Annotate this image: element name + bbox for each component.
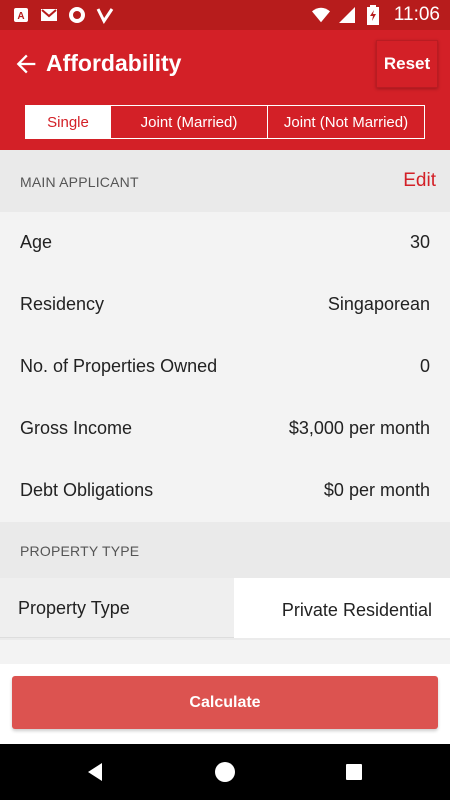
row-value: 30 <box>409 232 430 252</box>
row-properties-owned[interactable]: No. of Properties Owned 0 <box>0 336 450 398</box>
tab-joint-married[interactable]: Joint (Married) <box>110 106 267 138</box>
row-gross-income[interactable]: Gross Income $3,000 per month <box>0 398 450 460</box>
row-label: Gross Income <box>20 418 133 438</box>
main-applicant-label: MAIN APPLICANT <box>20 174 139 190</box>
applicant-details: Age 30 Residency Singaporean No. of Prop… <box>0 212 450 522</box>
tab-single[interactable]: Single <box>26 106 110 138</box>
edit-button[interactable]: Edit <box>403 170 436 192</box>
status-bar: A 11:06 <box>0 0 450 30</box>
row-residency[interactable]: Residency Singaporean <box>0 274 450 336</box>
main-applicant-header: MAIN APPLICANT Edit <box>0 150 450 212</box>
tab-joint-not-married[interactable]: Joint (Not Married) <box>267 106 424 138</box>
row-label: No. of Properties Owned <box>20 356 218 376</box>
row-label: Residency <box>20 294 105 314</box>
svg-text:A: A <box>17 11 24 22</box>
row-label: Age <box>20 232 53 252</box>
adobe-notification-icon: A <box>12 6 30 24</box>
check-notification-icon <box>96 6 114 24</box>
property-type-section-label: PROPERTY TYPE <box>20 543 140 559</box>
gmail-notification-icon <box>40 6 58 24</box>
applicant-type-tabs-bar: Single Joint (Married) Joint (Not Marrie… <box>0 98 450 150</box>
bottom-action-area: Calculate <box>0 664 450 744</box>
row-value: Singaporean <box>327 294 430 314</box>
row-age[interactable]: Age 30 <box>0 212 450 274</box>
nav-back-icon[interactable] <box>84 760 108 784</box>
row-value: $0 per month <box>323 480 430 500</box>
page-title: Affordability <box>46 50 182 76</box>
property-type-row: Property Type Private Residential <box>0 578 450 638</box>
app-bar: Affordability Reset <box>0 30 450 98</box>
signal-icon <box>338 6 356 24</box>
row-label: Debt Obligations <box>20 480 154 500</box>
status-time: 11:06 <box>393 4 440 25</box>
applicant-type-tabs: Single Joint (Married) Joint (Not Marrie… <box>25 105 425 139</box>
nav-home-icon[interactable] <box>213 760 237 784</box>
nav-recents-icon[interactable] <box>342 760 366 784</box>
row-value: 0 <box>419 356 430 376</box>
row-debt-obligations[interactable]: Debt Obligations $0 per month <box>0 460 450 522</box>
row-value: $3,000 per month <box>288 418 430 438</box>
property-type-value: Private Residential <box>281 600 432 620</box>
property-type-header: PROPERTY TYPE <box>0 522 450 578</box>
property-type-select[interactable]: Private Residential <box>234 578 450 638</box>
property-type-label: Property Type <box>18 598 130 618</box>
battery-charging-icon <box>364 5 382 25</box>
calculate-button[interactable]: Calculate <box>12 676 438 729</box>
record-notification-icon <box>68 6 86 24</box>
reset-button[interactable]: Reset <box>376 40 438 88</box>
system-nav-bar <box>0 744 450 800</box>
wifi-icon <box>311 6 330 24</box>
back-arrow-icon[interactable] <box>12 50 40 78</box>
